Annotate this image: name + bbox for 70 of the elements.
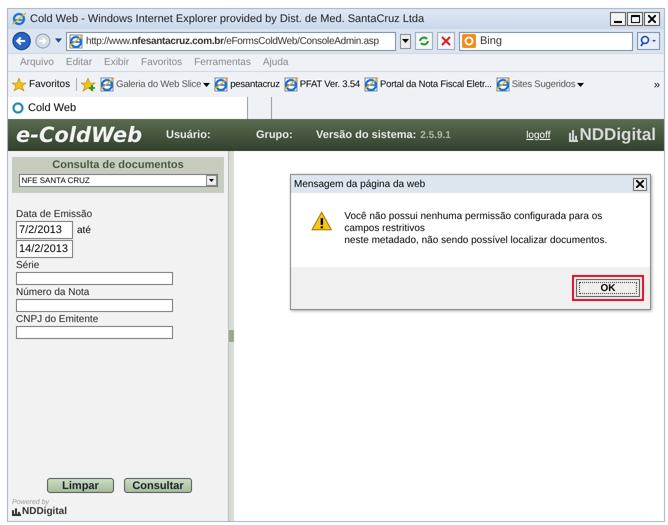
- ok-button[interactable]: OK: [576, 279, 640, 297]
- dropdown-arrow-icon: [402, 39, 410, 43]
- star-icon: [12, 78, 26, 91]
- page-icon: [214, 77, 228, 92]
- page-icon: [496, 77, 510, 92]
- version-label: Versão do sistema:: [316, 129, 416, 141]
- logoff-link[interactable]: logoff: [526, 130, 550, 140]
- page-icon: [364, 77, 378, 92]
- close-icon: [648, 15, 656, 23]
- favorites-button[interactable]: Favoritos: [12, 78, 78, 91]
- minimize-button[interactable]: [610, 12, 626, 26]
- group-label: Grupo:: [256, 129, 294, 141]
- field-label: CNPJ do Emitente: [16, 314, 100, 325]
- search-icon: [640, 35, 656, 47]
- favorite-link[interactable]: Portal da Nota Fiscal Eletr...: [364, 77, 492, 92]
- version-number: 2.5.9.1: [420, 130, 451, 140]
- window-title: Cold Web - Windows Internet Explorer provided by Dist. de Med. SantaCruz Ltda: [30, 13, 426, 25]
- brand-name: NDDigital: [22, 506, 67, 517]
- stop-button[interactable]: [437, 32, 455, 50]
- favorite-link[interactable]: Galeria do Web Slice: [100, 77, 210, 92]
- date-field[interactable]: 7/2/2013: [16, 221, 73, 239]
- browser-icon: [12, 12, 26, 26]
- add-favorite-icon[interactable]: [81, 78, 96, 92]
- stop-icon: [441, 36, 452, 46]
- browser-tab[interactable]: Cold Web: [8, 97, 248, 119]
- search-field[interactable]: Bing: [458, 32, 633, 50]
- field-label: até: [77, 224, 91, 236]
- date-field[interactable]: 14/2/2013: [16, 240, 73, 258]
- refresh-button[interactable]: [415, 32, 434, 50]
- dialog-message: neste metadado, não sendo possível localizar documentos.: [344, 235, 608, 247]
- maximize-button[interactable]: [627, 12, 643, 26]
- dropdown-arrow-icon: [203, 82, 210, 86]
- overflow-button[interactable]: »: [654, 78, 660, 90]
- dialog-title: Mensagem da página da web: [294, 178, 426, 190]
- brand-name: NDDigital: [580, 125, 656, 145]
- splitter-handle[interactable]: [229, 330, 234, 342]
- back-button-icon[interactable]: [12, 30, 32, 52]
- input-field[interactable]: [16, 299, 173, 312]
- search-provider-icon: [462, 34, 476, 48]
- field-label: Data de Emissão: [16, 209, 94, 220]
- favorite-link[interactable]: pesantacruz: [214, 77, 280, 92]
- loading-icon: [12, 102, 24, 114]
- dropdown-arrow-icon: [577, 82, 584, 86]
- close-button[interactable]: [644, 12, 660, 26]
- favorite-link[interactable]: PFAT Ver. 3.54: [284, 77, 360, 92]
- input-field[interactable]: [16, 326, 173, 339]
- page-icon: [69, 34, 83, 48]
- app-logo: e-ColdWeb: [16, 123, 144, 147]
- input-field[interactable]: [16, 272, 173, 285]
- refresh-icon: [418, 35, 430, 47]
- dropdown-arrow-icon: [208, 179, 214, 182]
- page-icon: [284, 77, 298, 92]
- panel-title: Consulta de documentos: [52, 159, 184, 171]
- address-field[interactable]: http://www.nfesantacruz.com.br/eFormsColdWeb/ConsoleAdmin.asp: [66, 32, 396, 50]
- field-label: Número da Nota: [16, 287, 90, 298]
- search-button[interactable]: Consultar: [124, 478, 192, 493]
- page-icon: [100, 77, 114, 92]
- bars-logo-icon: [568, 128, 578, 142]
- bars-logo-icon: [12, 507, 21, 516]
- dropdown-arrow-icon[interactable]: [55, 38, 62, 44]
- clear-button[interactable]: Limpar: [47, 478, 114, 493]
- close-icon: [636, 180, 644, 188]
- favorite-link[interactable]: Sites Sugeridos: [496, 77, 584, 92]
- search-button[interactable]: [636, 32, 660, 50]
- source-dropdown[interactable]: NFE SANTA CRUZ: [18, 174, 218, 187]
- user-label: Usuário:: [166, 129, 212, 141]
- field-label: Série: [16, 260, 40, 271]
- maximize-icon: [630, 15, 640, 23]
- close-button[interactable]: [633, 178, 647, 190]
- warning-icon: [311, 211, 332, 231]
